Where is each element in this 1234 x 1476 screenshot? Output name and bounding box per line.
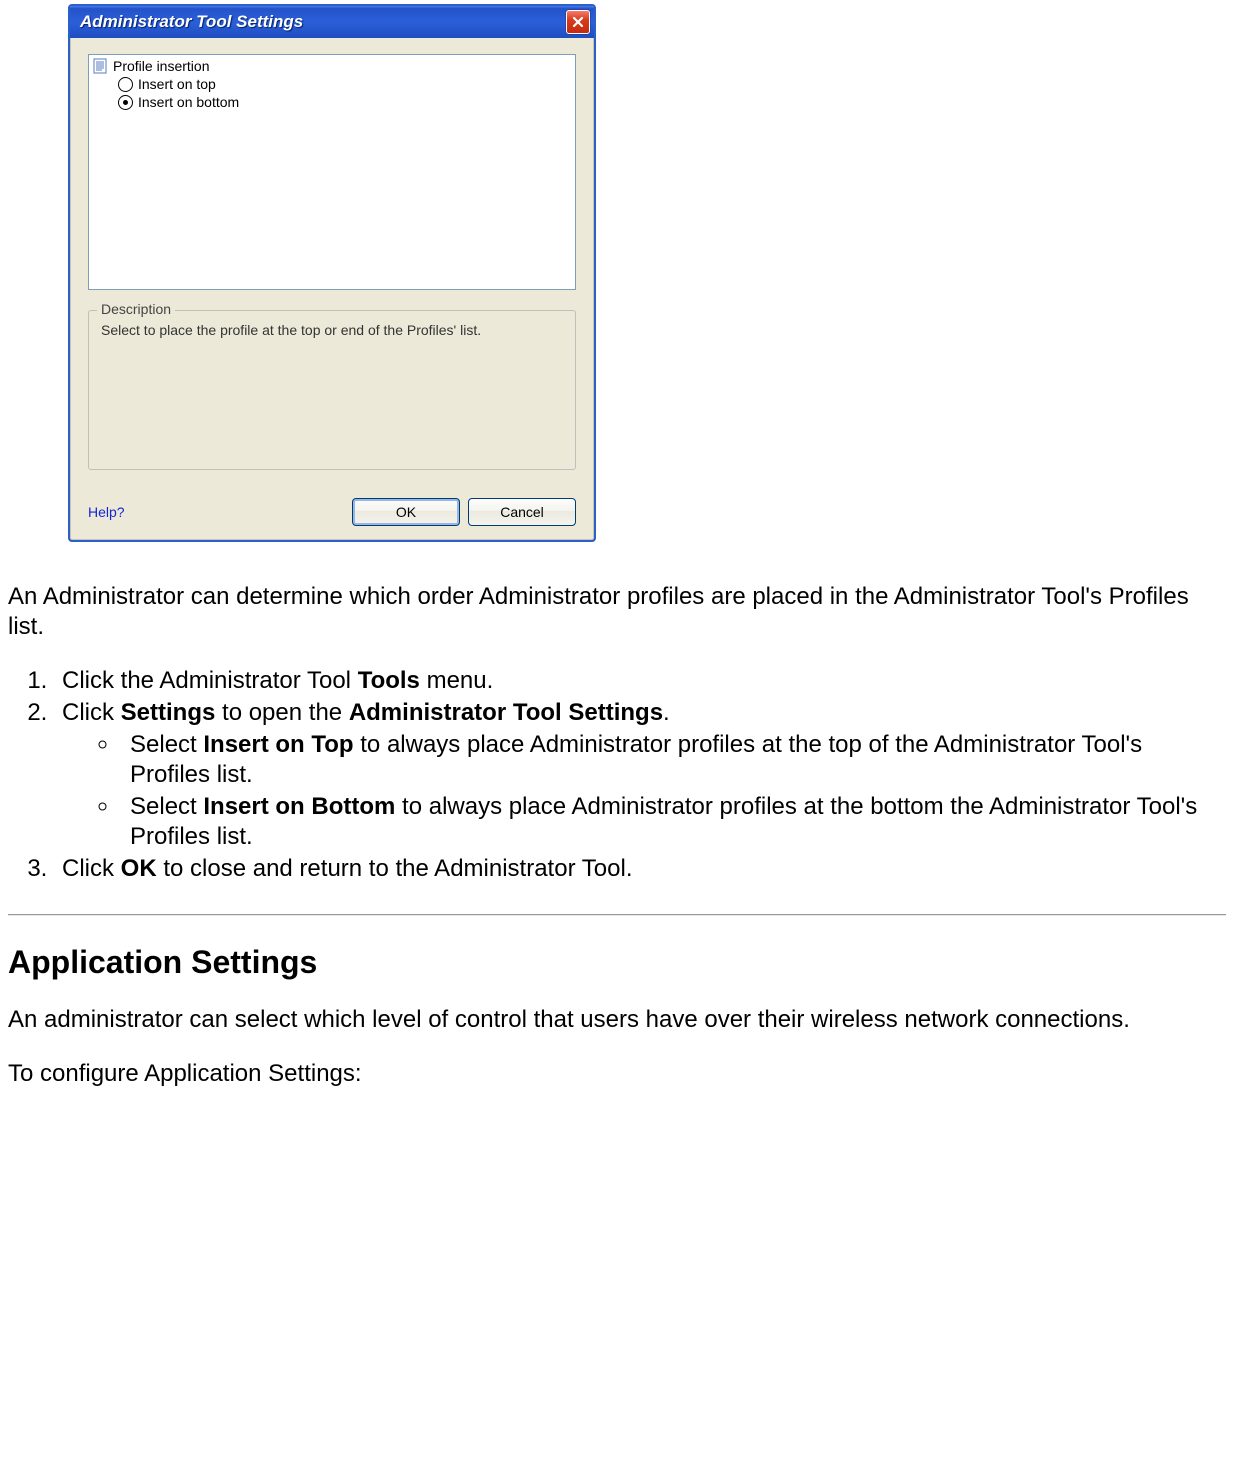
close-button[interactable] [566, 10, 590, 34]
option-top-label: Insert on top [138, 75, 216, 93]
document-icon [92, 58, 108, 74]
text: Select [130, 731, 203, 758]
text: Select [130, 793, 203, 820]
text: Click [62, 855, 121, 882]
section-divider [8, 914, 1226, 916]
steps-list: Click the Administrator Tool Tools menu.… [54, 666, 1226, 884]
text: menu. [420, 667, 493, 694]
tree-option-insert-on-top[interactable]: Insert on top [92, 75, 572, 93]
tree-root-label: Profile insertion [113, 57, 210, 75]
text: . [663, 699, 670, 726]
tree-option-insert-on-bottom[interactable]: Insert on bottom [92, 93, 572, 111]
section-paragraph: An administrator can select which level … [8, 1005, 1226, 1035]
dialog-body: Profile insertion Insert on top Insert o… [70, 38, 594, 540]
radio-unchecked-icon [118, 77, 133, 92]
description-group: Description Select to place the profile … [88, 310, 576, 470]
description-text: Select to place the profile at the top o… [101, 321, 563, 339]
bold-text: OK [121, 855, 157, 882]
bold-text: Insert on Top [203, 731, 353, 758]
bold-text: Administrator Tool Settings [349, 699, 663, 726]
section-lead: To configure Application Settings: [8, 1059, 1226, 1089]
description-legend: Description [97, 301, 175, 317]
list-item: Select Insert on Bottom to always place … [120, 792, 1226, 852]
list-item: Click Settings to open the Administrator… [54, 698, 1226, 852]
bold-text: Insert on Bottom [203, 793, 395, 820]
text: Click the Administrator Tool [62, 667, 358, 694]
list-item: Select Insert on Top to always place Adm… [120, 730, 1226, 790]
list-item: Click OK to close and return to the Admi… [54, 854, 1226, 884]
help-link[interactable]: Help? [88, 504, 125, 520]
tree-root-profile-insertion[interactable]: Profile insertion [92, 57, 572, 75]
radio-checked-icon [118, 95, 133, 110]
dialog-footer: Help? OK Cancel [88, 498, 576, 526]
cancel-button[interactable]: Cancel [468, 498, 576, 526]
window-title: Administrator Tool Settings [80, 12, 303, 32]
list-item: Click the Administrator Tool Tools menu. [54, 666, 1226, 696]
text: to open the [215, 699, 348, 726]
option-bottom-label: Insert on bottom [138, 93, 239, 111]
settings-tree[interactable]: Profile insertion Insert on top Insert o… [88, 54, 576, 290]
sub-list: Select Insert on Top to always place Adm… [120, 730, 1226, 852]
text: to close and return to the Administrator… [157, 855, 633, 882]
bold-text: Tools [358, 667, 420, 694]
dialog-window: Administrator Tool Settings [68, 4, 596, 542]
close-icon [572, 16, 584, 28]
bold-text: Settings [121, 699, 216, 726]
section-heading: Application Settings [8, 944, 1226, 981]
text: Click [62, 699, 121, 726]
titlebar: Administrator Tool Settings [70, 6, 594, 38]
ok-button[interactable]: OK [352, 498, 460, 526]
intro-paragraph: An Administrator can determine which ord… [8, 582, 1226, 642]
